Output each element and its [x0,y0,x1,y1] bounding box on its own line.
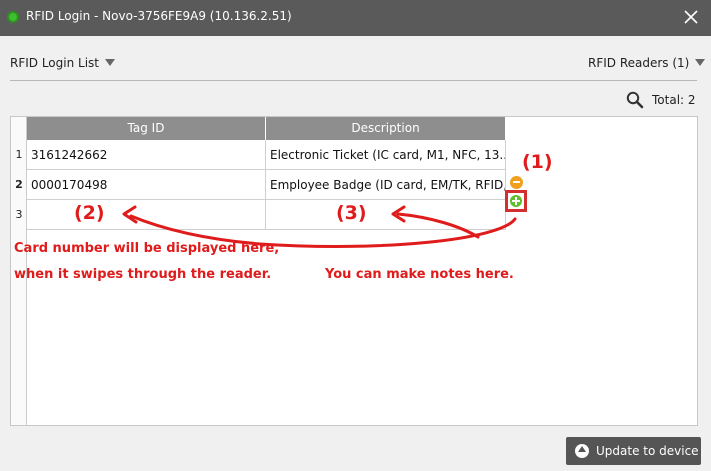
upload-icon [575,444,589,458]
annotation-label-3: (3) [336,202,367,224]
card-number-note-line1: Card number will be displayed here, [14,241,280,256]
annotation-label-1: (1) [522,151,553,173]
update-to-device-button[interactable]: Update to device [566,437,701,465]
annotation-arrows [122,205,517,248]
update-to-device-label: Update to device [596,444,699,458]
card-number-note-line2: when it swipes through the reader. [14,267,272,282]
notes-hint: You can make notes here. [325,267,514,282]
annotation-label-2: (2) [74,202,105,224]
